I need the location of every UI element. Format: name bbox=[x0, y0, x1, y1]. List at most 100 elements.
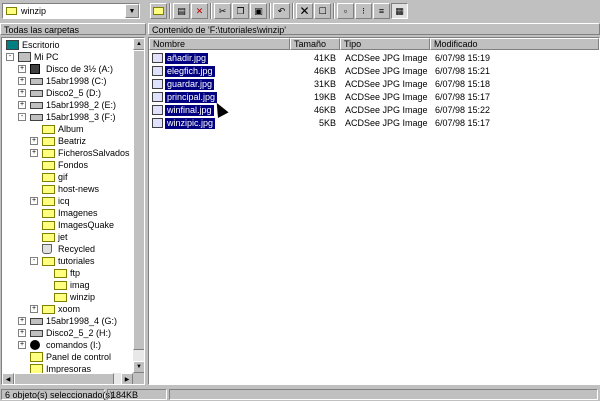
column-header-size[interactable]: Tamaño bbox=[290, 38, 340, 50]
desktop-icon bbox=[6, 40, 19, 50]
expand-icon[interactable]: + bbox=[30, 197, 38, 205]
scroll-up-icon[interactable]: ▲ bbox=[133, 38, 144, 50]
file-list[interactable]: Nombre Tamaño Tipo Modificado añadir.jpg… bbox=[148, 37, 600, 385]
tree-item-label: Disco de 3½ (A:) bbox=[46, 64, 114, 74]
tree-item-label: Imagenes bbox=[58, 208, 98, 218]
expand-icon[interactable]: + bbox=[18, 341, 26, 349]
file-row[interactable]: añadir.jpg 41KB ACDSee JPG Image 6/07/98 15… bbox=[149, 52, 599, 65]
folder-icon bbox=[54, 269, 67, 278]
tree-item-label: Escritorio bbox=[22, 40, 60, 50]
delete-button[interactable]: ✕ bbox=[296, 3, 313, 19]
tree-item-label: Fondos bbox=[58, 160, 89, 170]
file-modified: 6/07/98 15:21 bbox=[435, 66, 491, 76]
drive-icon bbox=[30, 330, 43, 337]
tree-item-label: 15abr1998_4 (G:) bbox=[46, 316, 118, 326]
folder-tree[interactable]: Escritorio - Mi PC + Disco de 3½ (A:) +15abr1… bbox=[1, 37, 145, 385]
tree-item-label: 15abr1998_3 (F:) bbox=[46, 112, 116, 122]
scroll-left-icon[interactable]: ◀ bbox=[2, 373, 14, 384]
large-icons-button[interactable]: ▫ bbox=[337, 3, 354, 19]
tree-item-label: jet bbox=[58, 232, 68, 242]
tree-item-label: comandos (I:) bbox=[46, 340, 102, 350]
details-view-button[interactable]: ▦ bbox=[391, 3, 408, 19]
drive-icon bbox=[30, 102, 43, 109]
floppy-icon bbox=[30, 64, 40, 74]
tree-vertical-scrollbar[interactable]: ▲ ▼ bbox=[133, 38, 144, 373]
file-name: elegfich.jpg bbox=[165, 66, 215, 77]
expand-icon[interactable]: + bbox=[18, 77, 26, 85]
network-drive-icon: ▤ bbox=[177, 5, 186, 16]
collapse-icon[interactable]: - bbox=[30, 257, 38, 265]
chevron-down-icon[interactable]: ▼ bbox=[125, 4, 139, 18]
file-modified: 6/07/98 15:18 bbox=[435, 79, 491, 89]
file-name: winzipic.jpg bbox=[165, 118, 216, 129]
folder-icon bbox=[42, 233, 55, 242]
large-icons-icon: ▫ bbox=[343, 5, 348, 16]
toolbar-separator bbox=[169, 3, 171, 19]
expand-icon[interactable]: + bbox=[18, 101, 26, 109]
list-view-button[interactable]: ≡ bbox=[373, 3, 390, 19]
folder-icon bbox=[42, 209, 55, 218]
paste-icon: ▣ bbox=[254, 5, 263, 16]
file-modified: 6/07/98 15:22 bbox=[435, 105, 491, 115]
file-size: 46KB bbox=[313, 66, 336, 76]
paste-button[interactable]: ▣ bbox=[250, 3, 267, 19]
column-header-name[interactable]: Nombre bbox=[149, 38, 290, 50]
folder-icon bbox=[42, 161, 55, 170]
file-size: 5KB bbox=[318, 118, 336, 128]
list-icon: ≡ bbox=[378, 5, 385, 16]
disconnect-drive-button[interactable]: ✕ bbox=[191, 3, 208, 19]
file-row[interactable]: guardar.jpg 31KB ACDSee JPG Image 6/07/98 1… bbox=[149, 78, 599, 91]
image-file-icon bbox=[152, 105, 163, 115]
column-header-type[interactable]: Tipo bbox=[340, 38, 430, 50]
tree-item-label: Disco2_5_2 (H:) bbox=[46, 328, 112, 338]
tree-item-label: winzip bbox=[70, 292, 96, 302]
folder-icon bbox=[42, 257, 55, 266]
expand-icon[interactable]: + bbox=[30, 149, 38, 157]
status-selection: 6 objeto(s) seleccionado(s) bbox=[1, 389, 113, 400]
column-header-modified[interactable]: Modificado bbox=[430, 38, 599, 50]
copy-icon: ❐ bbox=[236, 5, 245, 16]
all-folders-header: Todas las carpetas bbox=[0, 23, 146, 35]
properties-button[interactable]: ☐ bbox=[314, 3, 331, 19]
tree-item-label: 15abr1998_2 (E:) bbox=[46, 100, 117, 110]
image-file-icon bbox=[152, 79, 163, 89]
file-type: ACDSee JPG Image bbox=[345, 53, 428, 63]
expand-icon[interactable]: + bbox=[18, 329, 26, 337]
address-combobox[interactable]: winzip ▼ bbox=[2, 3, 140, 19]
drive-icon bbox=[30, 318, 43, 325]
file-type: ACDSee JPG Image bbox=[345, 105, 428, 115]
status-bar: 6 objeto(s) seleccionado(s) 184KB bbox=[0, 388, 600, 401]
scroll-thumb[interactable] bbox=[133, 50, 144, 350]
folder-icon bbox=[42, 305, 55, 314]
expand-icon[interactable]: + bbox=[18, 317, 26, 325]
small-icons-button[interactable]: ⁝ bbox=[355, 3, 372, 19]
tree-horizontal-scrollbar[interactable]: ◀ ▶ bbox=[2, 373, 133, 384]
file-size: 19KB bbox=[313, 92, 336, 102]
status-size: 184KB bbox=[107, 389, 167, 400]
file-type: ACDSee JPG Image bbox=[345, 66, 428, 76]
file-type: ACDSee JPG Image bbox=[345, 118, 428, 128]
collapse-icon[interactable]: - bbox=[18, 113, 26, 121]
scroll-down-icon[interactable]: ▼ bbox=[133, 361, 144, 373]
expand-icon[interactable]: + bbox=[18, 89, 26, 97]
undo-button[interactable]: ↶ bbox=[273, 3, 290, 19]
image-file-icon bbox=[152, 118, 163, 128]
panel-icon bbox=[30, 352, 43, 362]
address-value: winzip bbox=[21, 6, 47, 16]
file-row[interactable]: elegfich.jpg 46KB ACDSee JPG Image 6/07/98 … bbox=[149, 65, 599, 78]
properties-icon: ☐ bbox=[318, 5, 327, 16]
cut-button[interactable]: ✂ bbox=[214, 3, 231, 19]
file-modified: 6/07/98 15:17 bbox=[435, 118, 491, 128]
collapse-icon[interactable]: - bbox=[6, 53, 14, 61]
expand-icon[interactable]: + bbox=[30, 137, 38, 145]
map-drive-button[interactable]: ▤ bbox=[173, 3, 190, 19]
expand-icon[interactable]: + bbox=[30, 305, 38, 313]
file-row[interactable]: winzipic.jpg 5KB ACDSee JPG Image 6/07/98 1… bbox=[149, 117, 599, 130]
pc-icon bbox=[18, 52, 31, 62]
scroll-thumb[interactable] bbox=[14, 373, 114, 384]
copy-button[interactable]: ❐ bbox=[232, 3, 249, 19]
expand-icon[interactable]: + bbox=[18, 65, 26, 73]
scroll-right-icon[interactable]: ▶ bbox=[121, 373, 133, 384]
up-folder-button[interactable] bbox=[150, 3, 167, 19]
tree-item-label: host-news bbox=[58, 184, 100, 194]
